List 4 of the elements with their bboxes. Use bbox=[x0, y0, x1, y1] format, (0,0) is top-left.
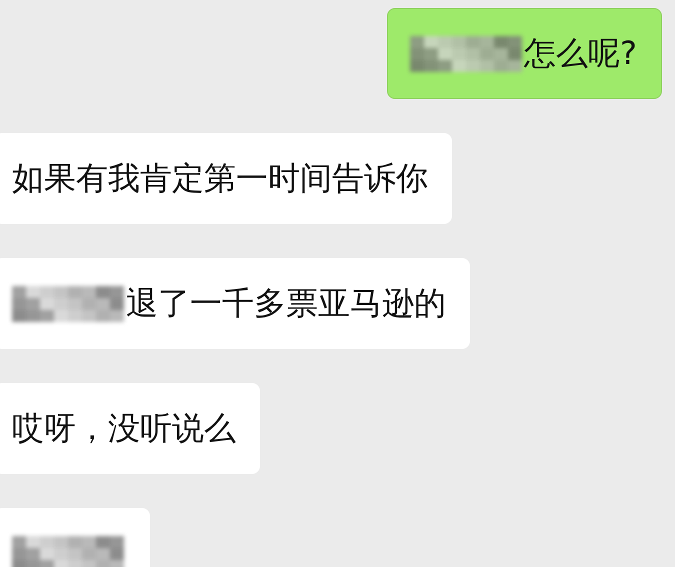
message-text: 怎么呢? bbox=[524, 32, 637, 74]
message-text: 哎呀，没听说么 bbox=[12, 408, 236, 448]
message-text: 退了一千多票亚马逊的 bbox=[126, 282, 446, 324]
message-text: 如果有我肯定第一时间告诉你 bbox=[12, 158, 428, 198]
